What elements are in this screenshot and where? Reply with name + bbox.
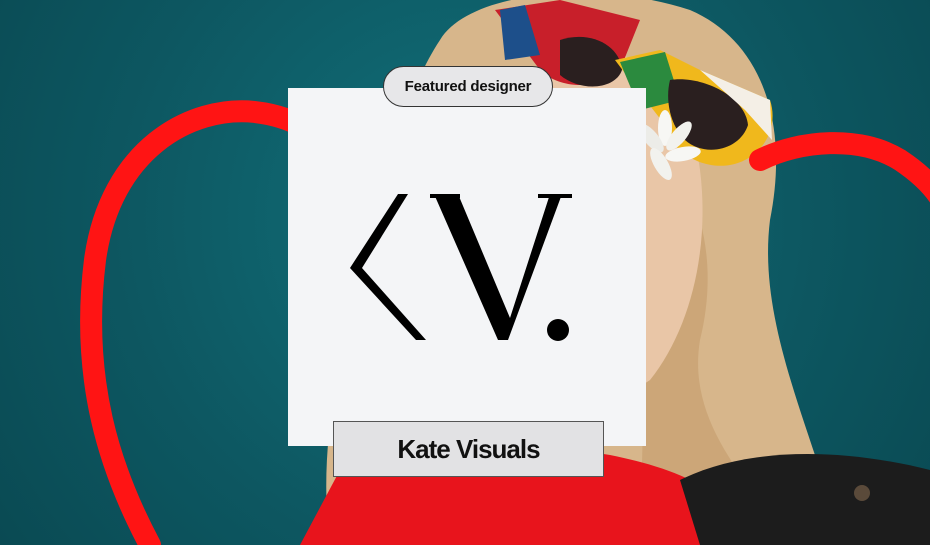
designer-name-label[interactable]: Kate Visuals xyxy=(333,421,604,477)
featured-designer-badge: Featured designer xyxy=(383,66,553,107)
kv-monogram-logo xyxy=(350,194,572,341)
hero-banner: Featured designer Kate Visuals xyxy=(0,0,930,545)
